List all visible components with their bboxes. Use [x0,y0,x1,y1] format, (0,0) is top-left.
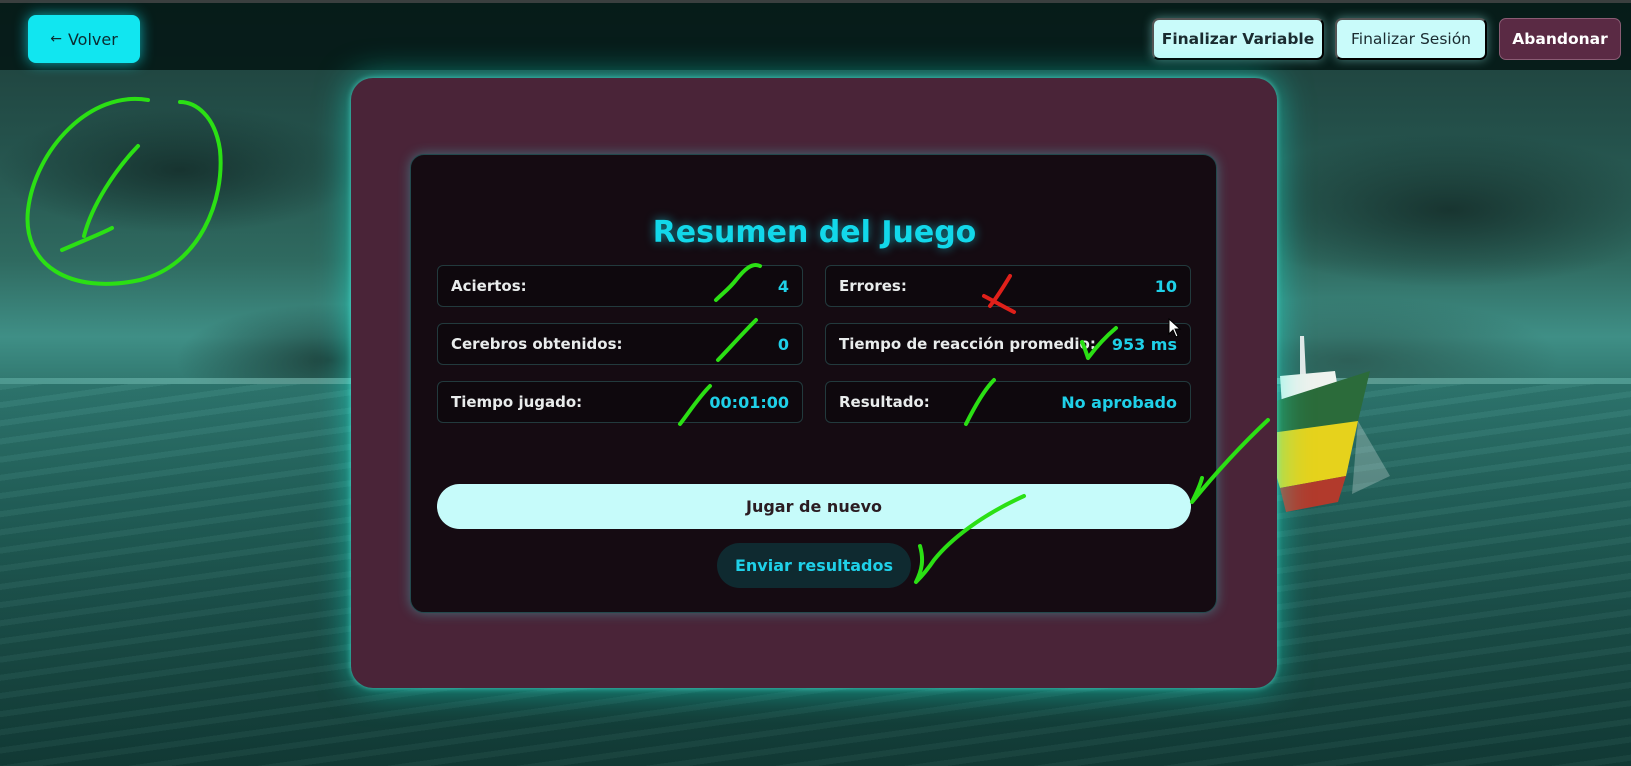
send-results-button[interactable]: Enviar resultados [717,543,911,588]
stat-errors: Errores: 10 [825,265,1191,307]
stat-label: Errores: [839,277,907,295]
stat-value: 00:01:00 [709,392,789,412]
play-again-button[interactable]: Jugar de nuevo [437,484,1191,529]
stat-label: Tiempo jugado: [451,393,583,411]
stat-value: 4 [777,276,789,296]
stat-result: Resultado: No aprobado [825,381,1191,423]
stat-value: No aprobado [1061,392,1177,412]
back-button[interactable]: ← Volver [28,15,140,63]
stat-label: Resultado: [839,393,930,411]
finalize-session-button[interactable]: Finalizar Sesión [1335,18,1487,60]
left-arrow-icon: ← [50,31,62,47]
stat-label: Aciertos: [451,277,527,295]
abandon-button[interactable]: Abandonar [1499,18,1621,60]
top-bar: ← Volver Finalizar Variable Finalizar Se… [0,0,1631,70]
stat-value: 0 [777,334,789,354]
back-button-label: Volver [67,29,118,49]
stat-time-played: Tiempo jugado: 00:01:00 [437,381,803,423]
stat-hits: Aciertos: 4 [437,265,803,307]
stat-label: Cerebros obtenidos: [451,335,623,353]
finalize-variable-button[interactable]: Finalizar Variable [1152,18,1324,60]
stat-value: 10 [1154,276,1177,296]
game-summary-card: Resumen del Juego Aciertos: 4 Errores: 1… [410,154,1217,613]
summary-title: Resumen del Juego [652,215,977,250]
stat-label: Tiempo de reacción promedio: [839,335,1096,353]
stat-reaction-time: Tiempo de reacción promedio: 953 ms [825,323,1191,365]
mouse-cursor-icon [1168,318,1182,338]
stat-brains: Cerebros obtenidos: 0 [437,323,803,365]
